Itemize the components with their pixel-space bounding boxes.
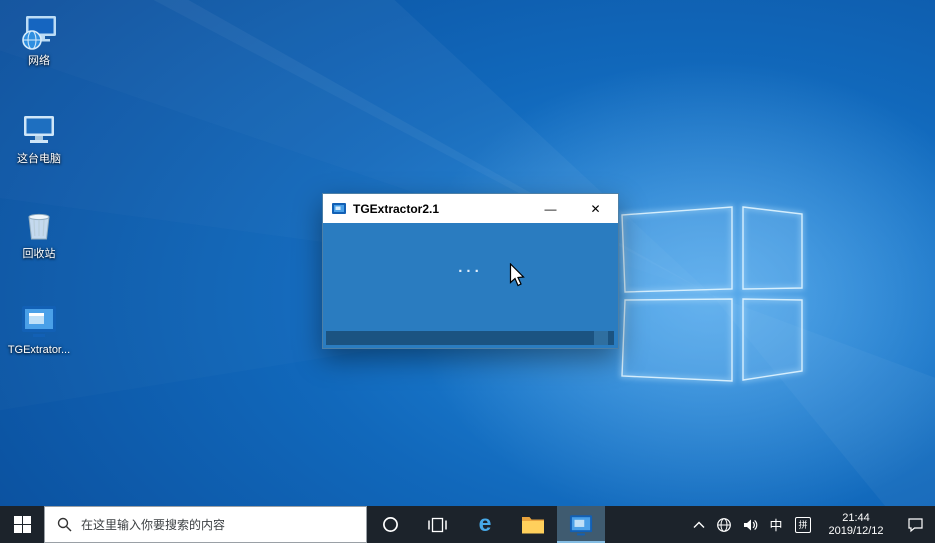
task-view-button[interactable] [413,506,461,543]
close-button[interactable]: ✕ [573,194,618,223]
chevron-up-icon [693,521,705,528]
volume-tray-button[interactable] [737,506,763,543]
search-input[interactable] [81,507,366,542]
network-tray-button[interactable] [711,506,737,543]
recycle-bin-icon [28,213,50,240]
taskbar-search[interactable] [44,506,367,543]
loading-text: ... [458,259,483,276]
desktop-icon-recycle-bin[interactable]: 回收站 [6,205,72,261]
network-globe-icon [717,517,731,532]
ime-badge-button[interactable]: 拼 [789,506,817,543]
notification-bubble-icon [907,517,923,532]
tgextractor-taskbar-icon [569,514,593,535]
clock[interactable]: 21:44 2019/12/12 [817,506,895,543]
speaker-icon [744,519,758,530]
mouse-cursor [509,263,525,287]
tgextractor-taskbar-button[interactable] [557,506,605,543]
desktop-icon-tgextractor[interactable]: TGExtrator... [6,301,72,357]
edge-icon: e [478,510,492,536]
desktop-icon-network[interactable]: 网络 [6,12,72,68]
window-body: ... [323,223,618,348]
clock-time: 21:44 [842,511,870,524]
edge-button[interactable]: e [461,506,509,543]
desktop-icon-label: 网络 [28,55,50,67]
start-button[interactable] [0,506,44,543]
window-title: TGExtractor2.1 [353,201,440,216]
desktop-icon-label: 这台电脑 [17,153,61,165]
system-tray: 中 拼 21:44 2019/12/12 [687,506,935,543]
progress-marquee [594,331,608,345]
app-icon [332,202,346,214]
desktop-icon-this-pc[interactable]: 这台电脑 [6,110,72,166]
this-pc-icon [24,116,54,143]
taskbar: e [0,506,935,543]
tgextractor-window: TGExtractor2.1 — ✕ ... [322,193,619,349]
search-icon [57,517,72,532]
cortana-button[interactable] [367,506,413,543]
tray-chevron-button[interactable] [687,506,711,543]
action-center-button[interactable] [895,506,935,543]
cortana-icon [382,517,398,532]
ime-mode-button[interactable]: 中 [763,506,789,543]
folder-icon [522,517,544,534]
file-explorer-button[interactable] [509,506,557,543]
window-titlebar[interactable]: TGExtractor2.1 — ✕ [323,194,618,223]
clock-date: 2019/12/12 [828,524,884,537]
progress-bar [326,331,614,345]
windows-logo-icon [13,516,31,533]
minimize-button[interactable]: — [528,194,573,223]
desktop-icon-label: TGExtrator... [7,344,71,356]
desktop-icon-label: 回收站 [22,248,56,260]
network-icon [22,16,56,50]
task-view-icon [427,517,447,532]
ime-badge-icon: 拼 [795,516,811,533]
tgextractor-icon [22,306,56,337]
